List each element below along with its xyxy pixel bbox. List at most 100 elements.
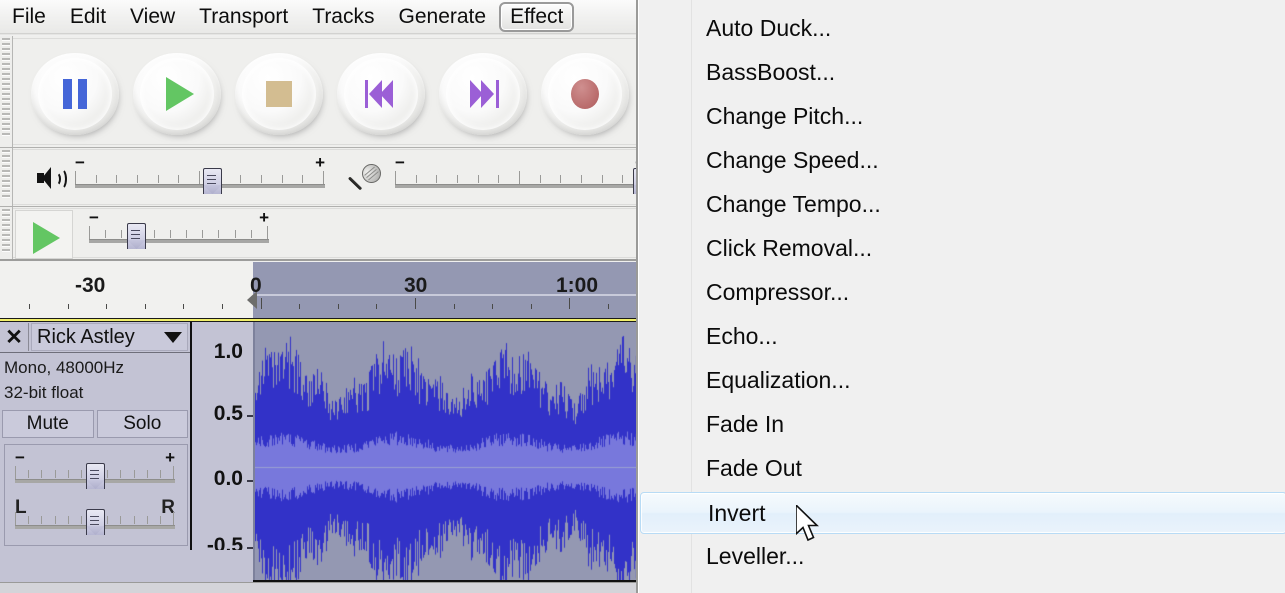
mixer-toolbar-inner: − + − + bbox=[13, 149, 638, 205]
play-at-speed-icon bbox=[33, 222, 60, 254]
effect-menu-item-change-pitch[interactable]: Change Pitch... bbox=[639, 96, 1285, 136]
mute-button[interactable]: Mute bbox=[2, 410, 94, 438]
skip-to-end-button[interactable] bbox=[439, 53, 527, 135]
timeline-tick bbox=[29, 304, 30, 309]
menu-bar-shadow bbox=[0, 33, 638, 35]
skip-end-icon bbox=[467, 79, 499, 109]
menubar-item-transport[interactable]: Transport bbox=[188, 2, 299, 32]
playback-speed-slider[interactable]: − + bbox=[89, 208, 269, 253]
timeline-label: 1:00 bbox=[556, 274, 599, 297]
record-button[interactable] bbox=[541, 53, 629, 135]
effect-menu-item-label: Change Speed... bbox=[706, 146, 879, 173]
output-minus-label: − bbox=[75, 153, 85, 172]
timeline-tick bbox=[338, 304, 339, 309]
timeline-label: 30 bbox=[404, 274, 428, 297]
menubar-item-tracks[interactable]: Tracks bbox=[301, 2, 385, 32]
effect-menu-item-equalization[interactable]: Equalization... bbox=[639, 360, 1285, 400]
effect-menu-item-label: Equalization... bbox=[706, 366, 851, 393]
track-mute-solo-group: Mute Solo bbox=[2, 410, 188, 438]
menubar-item-effect[interactable]: Effect bbox=[499, 1, 575, 32]
amplitude-label: 1.0 bbox=[213, 340, 243, 363]
effect-menu-item-bassboost[interactable]: BassBoost... bbox=[639, 52, 1285, 92]
input-slider-ticks bbox=[395, 171, 638, 184]
track-title-dropdown[interactable]: Rick Astley bbox=[31, 323, 188, 351]
effect-menu-item-label: Fade In bbox=[706, 410, 784, 437]
effect-menu-item-label: Leveller... bbox=[706, 542, 805, 569]
menubar-item-file[interactable]: File bbox=[1, 2, 57, 32]
solo-button[interactable]: Solo bbox=[96, 410, 188, 438]
pan-slider-thumb[interactable] bbox=[86, 509, 105, 535]
effect-menu-item-compressor[interactable]: Compressor... bbox=[639, 272, 1285, 312]
track-close-button[interactable]: ✕ bbox=[0, 323, 29, 351]
input-slider-track bbox=[395, 184, 638, 188]
play-button[interactable] bbox=[133, 53, 221, 135]
track-sliders: − + L R bbox=[4, 444, 188, 546]
timeline-tick bbox=[569, 298, 570, 309]
track-control-panel: ✕ Rick Astley Mono, 48000Hz 32-bit float… bbox=[0, 322, 192, 584]
play-at-speed-button[interactable] bbox=[15, 210, 73, 259]
effect-menu-item-click-removal[interactable]: Click Removal... bbox=[639, 228, 1285, 268]
speed-minus-label: − bbox=[89, 208, 99, 227]
effect-menu-item-echo[interactable]: Echo... bbox=[639, 316, 1285, 356]
effect-menu-item-fade-in[interactable]: Fade In bbox=[639, 404, 1285, 444]
panel-gap-filler bbox=[190, 550, 253, 582]
transport-toolbar-grabber[interactable] bbox=[0, 36, 13, 147]
effect-menu-item-change-speed[interactable]: Change Speed... bbox=[639, 140, 1285, 180]
timeline-tick bbox=[415, 298, 416, 309]
pause-button[interactable] bbox=[31, 53, 119, 135]
speed-slider-track bbox=[89, 239, 269, 243]
track-format-line1: Mono, 48000Hz bbox=[4, 358, 125, 377]
amplitude-label: 0.0 bbox=[213, 467, 243, 490]
input-minus-label: − bbox=[395, 153, 405, 172]
gain-slider-thumb[interactable] bbox=[86, 463, 105, 489]
menubar-item-generate[interactable]: Generate bbox=[388, 2, 498, 32]
effect-menu-item-leveller[interactable]: Leveller... bbox=[639, 536, 1285, 576]
timeline-tick bbox=[531, 304, 532, 309]
timeline-tick bbox=[222, 304, 223, 309]
speed-toolbar-inner: − + bbox=[13, 208, 638, 259]
timeline-tick bbox=[608, 304, 609, 309]
speed-toolbar-grabber[interactable] bbox=[0, 207, 13, 259]
menubar-item-view[interactable]: View bbox=[119, 2, 186, 32]
audacity-main-area: File Edit View Transport Tracks Generate Effec… bbox=[0, 0, 638, 593]
track-area: ✕ Rick Astley Mono, 48000Hz 32-bit float… bbox=[0, 322, 638, 593]
microphone-icon bbox=[347, 160, 385, 198]
waveform-display[interactable] bbox=[253, 322, 638, 582]
effect-menu-item-change-tempo[interactable]: Change Tempo... bbox=[639, 184, 1285, 224]
timeline-label: -30 bbox=[75, 274, 106, 297]
effect-menu-item-label: Click Removal... bbox=[706, 234, 873, 261]
timeline-tick bbox=[299, 304, 300, 309]
speed-plus-label: + bbox=[259, 208, 269, 227]
output-slider-thumb[interactable] bbox=[203, 168, 222, 194]
effect-menu-item-label: Invert bbox=[708, 499, 766, 526]
timeline-tick bbox=[454, 304, 455, 309]
effect-menu-item-invert[interactable]: Invert bbox=[640, 492, 1285, 534]
effect-menu-item-label: Change Pitch... bbox=[706, 102, 864, 129]
speed-slider-thumb[interactable] bbox=[127, 223, 146, 249]
menubar-item-edit[interactable]: Edit bbox=[59, 2, 117, 32]
track-info: Mono, 48000Hz 32-bit float bbox=[4, 355, 188, 405]
pause-icon bbox=[62, 79, 88, 109]
mixer-toolbar-grabber[interactable] bbox=[0, 148, 13, 206]
stop-button[interactable] bbox=[235, 53, 323, 135]
track-area-bottom-strip bbox=[0, 582, 638, 593]
effect-menu-item-auto-duck[interactable]: Auto Duck... bbox=[639, 8, 1285, 48]
track-pan-slider[interactable]: L R bbox=[15, 497, 175, 539]
effect-menu-item-label: Auto Duck... bbox=[706, 14, 832, 41]
effect-menu-item-fade-out[interactable]: Fade Out bbox=[639, 448, 1285, 488]
effect-menu-item-label: Echo... bbox=[706, 322, 778, 349]
record-icon bbox=[571, 79, 599, 109]
audio-track: ✕ Rick Astley Mono, 48000Hz 32-bit float… bbox=[0, 322, 638, 584]
gain-plus-label: + bbox=[165, 448, 175, 467]
skip-to-start-button[interactable] bbox=[337, 53, 425, 135]
output-volume-slider[interactable]: − + bbox=[75, 153, 325, 198]
timeline-ruler[interactable]: -30 0 30 1:00 bbox=[0, 262, 638, 319]
track-format-line2: 32-bit float bbox=[4, 383, 84, 402]
track-gain-slider[interactable]: − + bbox=[15, 448, 175, 493]
waveform-left-edge bbox=[253, 322, 255, 580]
input-volume-slider[interactable]: − + bbox=[395, 153, 638, 198]
timeline-tick bbox=[261, 298, 262, 309]
timeline-tick bbox=[183, 304, 184, 309]
timeline-tick bbox=[106, 304, 107, 309]
amplitude-ruler: 1.0 0.5 0.0 -0.5 bbox=[192, 322, 253, 584]
